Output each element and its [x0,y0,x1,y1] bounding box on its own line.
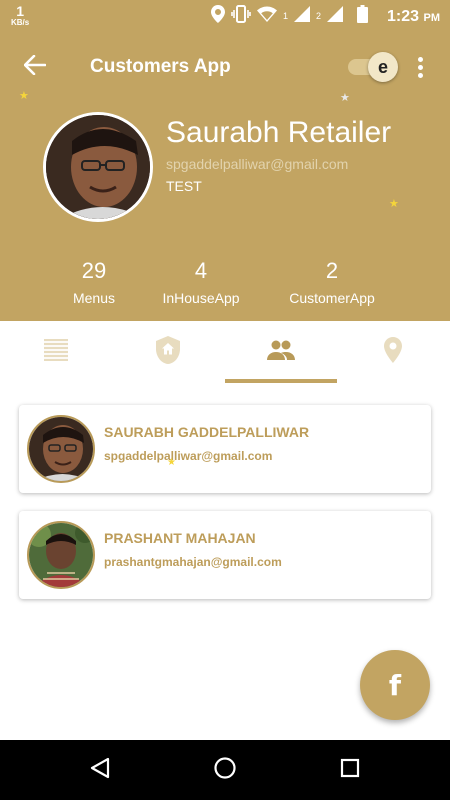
profile-photo-icon [46,115,150,219]
home-circle-icon [213,756,237,785]
toolbar: Customers App e [0,44,450,90]
star-decoration-icon: ★ [340,92,350,104]
customer-photo-icon [29,523,93,587]
wifi-icon [256,6,277,27]
network-speed: 1 KB/s [11,4,29,27]
facebook-fab-button[interactable]: f [360,650,430,720]
customer-name: PRASHANT MAHAJAN [104,530,256,546]
star-decoration-icon: ★ [167,457,176,468]
clock: 1:23 PM [387,8,440,26]
dot [417,56,423,62]
dot [417,72,423,78]
star-decoration-icon: ★ [389,198,399,210]
stat-label: Menus [72,290,116,306]
profile-tag: TEST [166,178,202,194]
shield-home-icon [156,335,180,369]
sim2-label: 2 [315,11,321,21]
network-speed-value: 1 [16,3,25,19]
tab-location[interactable] [337,321,449,383]
signal-sim2-icon [327,5,343,27]
profile-header: 1 KB/s 1 2 1:23 PM Customers App e ★ ★ ★… [0,0,450,321]
toggle-thumb: e [368,52,398,82]
sim1-label: 1 [282,11,288,21]
profile-name: Saurabh Retailer [166,116,392,149]
star-decoration-icon: ★ [19,90,29,102]
stat-label: InHouseApp [162,290,240,306]
recents-square-icon [340,758,360,783]
profile-avatar[interactable] [43,112,153,222]
battery-icon [357,4,368,28]
tab-customers[interactable] [225,321,337,383]
back-button[interactable] [20,52,50,82]
customer-card[interactable]: SAURABH GADDELPALLIWAR spgaddelpalliwar@… [19,405,431,493]
vibrate-icon [231,4,251,28]
customers-app-screen: 1 KB/s 1 2 1:23 PM Customers App e ★ ★ ★… [0,0,450,800]
dot [417,64,423,70]
tab-inhouse[interactable] [112,321,224,383]
clock-time: 1:23 [387,8,420,25]
facebook-icon: f [388,668,402,702]
network-speed-unit: KB/s [11,18,30,27]
tab-bar [0,321,450,383]
customer-email: prashantgmahajan@gmail.com [104,555,282,569]
customer-avatar [27,415,95,483]
nav-recents-button[interactable] [335,755,365,785]
customer-name: SAURABH GADDELPALLIWAR [104,424,310,440]
active-tab-indicator [225,379,337,383]
signal-sim1-icon [293,5,310,27]
clock-ampm: PM [423,12,441,24]
profile-email: spgaddelpalliwar@gmail.com [166,156,349,172]
stat-inhouseapp[interactable]: 4 InHouseApp [152,258,250,308]
people-icon [267,340,295,365]
stat-value: 29 [81,258,107,283]
mode-toggle[interactable]: e [348,52,400,82]
status-icons: 1 2 [210,4,368,28]
app-title: Customers App [90,56,231,77]
location-pin-icon [384,336,402,368]
stat-menus[interactable]: 29 Menus [56,258,132,308]
customer-card[interactable]: PRASHANT MAHAJAN prashantgmahajan@gmail.… [19,511,431,599]
stat-value: 2 [325,258,339,283]
more-options-button[interactable] [408,52,432,82]
arrow-left-icon [23,54,47,80]
nav-home-button[interactable] [210,755,240,785]
toggle-letter: e [377,56,388,77]
location-status-icon [210,4,225,28]
back-triangle-icon [89,757,111,784]
stat-customerapp[interactable]: 2 CustomerApp [276,258,388,308]
customer-email: spgaddelpalliwar@gmail.com [104,449,273,463]
tab-menus[interactable] [0,321,112,383]
stat-label: CustomerApp [289,290,375,306]
list-icon [44,338,68,366]
stat-value: 4 [194,258,208,283]
customer-avatar [27,521,95,589]
status-bar: 1 KB/s 1 2 1:23 PM [0,0,450,34]
nav-back-button[interactable] [85,755,115,785]
system-navigation-bar [0,740,450,800]
customer-photo-icon [29,417,93,481]
